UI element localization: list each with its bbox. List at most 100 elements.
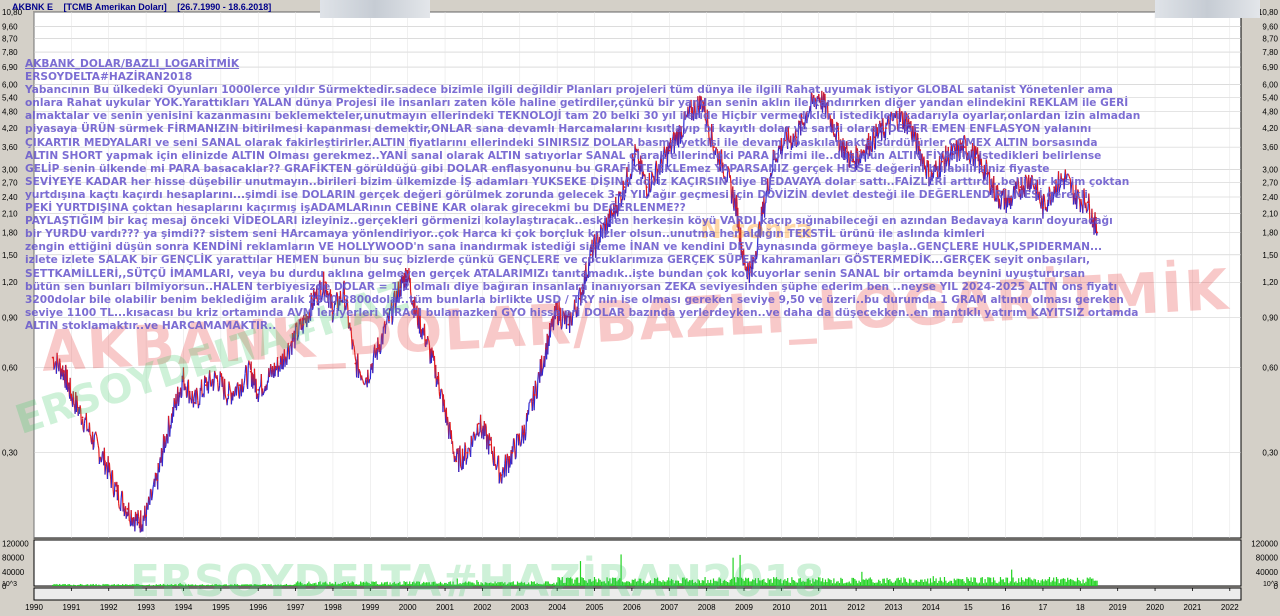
price-segment xyxy=(286,351,289,365)
price-segment xyxy=(195,387,198,391)
price-segment xyxy=(476,423,479,435)
price-segment xyxy=(458,449,460,472)
price-segment xyxy=(296,337,299,341)
price-point xyxy=(216,377,219,380)
price-segment xyxy=(108,462,111,473)
price-point xyxy=(436,377,439,380)
price-segment xyxy=(488,433,491,441)
y-tick-label: 4,20 xyxy=(1262,124,1278,133)
x-axis-strip xyxy=(33,587,1242,601)
price-segment xyxy=(495,467,498,471)
price-point xyxy=(156,479,159,482)
price-point xyxy=(488,443,491,446)
price-point xyxy=(126,508,129,510)
y-tick-label: 3,60 xyxy=(1262,143,1278,152)
price-segment xyxy=(541,368,544,376)
price-segment xyxy=(149,489,152,505)
price-segment xyxy=(493,446,496,466)
price-segment xyxy=(521,425,524,432)
y-tick-label: 2,10 xyxy=(1262,209,1278,218)
series-label: [TCMB Amerikan Doları] xyxy=(63,2,167,12)
price-segment xyxy=(96,440,99,446)
price-segment xyxy=(205,377,208,380)
price-segment xyxy=(468,448,471,453)
price-segment xyxy=(137,510,140,517)
y-tick-label: 1,20 xyxy=(1262,278,1278,287)
volume-tick-label: 120000 xyxy=(2,540,29,549)
x-tick-label: 1990 xyxy=(25,603,43,612)
price-segment xyxy=(464,442,467,448)
price-segment xyxy=(92,447,95,450)
x-tick-label: 1998 xyxy=(324,603,342,612)
price-segment xyxy=(189,390,191,400)
price-segment xyxy=(152,484,155,489)
price-segment xyxy=(212,383,215,391)
x-tick-label: 2010 xyxy=(772,603,790,612)
price-segment xyxy=(128,502,130,522)
price-segment xyxy=(225,397,227,400)
y-tick-label: 4,20 xyxy=(2,124,18,133)
price-segment xyxy=(243,373,246,382)
y-tick-label: 2,70 xyxy=(2,179,18,188)
y-tick-label: 7,80 xyxy=(2,48,18,57)
price-segment xyxy=(85,412,88,432)
price-segment xyxy=(214,370,216,373)
price-segment xyxy=(104,466,107,475)
price-segment xyxy=(228,381,231,386)
x-tick-label: 18 xyxy=(1076,603,1085,612)
price-segment xyxy=(245,366,248,386)
x-tick-label: 2003 xyxy=(511,603,529,612)
price-segment xyxy=(185,386,188,398)
x-tick-label: 2007 xyxy=(660,603,678,612)
price-segment xyxy=(364,382,366,385)
price-point xyxy=(268,375,271,377)
price-segment xyxy=(242,385,245,392)
price-segment xyxy=(235,384,238,396)
price-segment xyxy=(287,342,290,353)
price-segment xyxy=(243,380,246,386)
price-segment xyxy=(292,333,295,342)
price-segment xyxy=(90,436,92,443)
y-tick-label: 0,90 xyxy=(1262,314,1278,323)
price-segment xyxy=(514,457,517,460)
price-segment xyxy=(515,433,518,458)
price-segment xyxy=(496,455,499,465)
annotation-line: PAYLAŞTIĞIM bir kaç mesaj önceki VİDEOLA… xyxy=(25,215,1113,228)
symbol-label: AKBNK E xyxy=(12,2,54,12)
price-segment xyxy=(520,438,523,446)
y-tick-label: 6,90 xyxy=(2,63,18,72)
price-segment xyxy=(352,339,355,346)
price-segment xyxy=(486,434,489,437)
price-point xyxy=(354,362,357,365)
price-point xyxy=(115,489,118,492)
price-segment xyxy=(474,438,477,441)
price-segment xyxy=(263,391,265,393)
volume-tick-label: 40000 xyxy=(1256,568,1279,577)
price-segment xyxy=(233,388,236,397)
price-segment xyxy=(277,365,280,377)
price-segment xyxy=(96,436,99,442)
price-point xyxy=(290,340,293,343)
price-segment xyxy=(151,495,153,501)
price-point xyxy=(92,440,95,442)
price-segment xyxy=(478,432,480,437)
price-segment xyxy=(113,495,115,498)
y-tick-label: 1,50 xyxy=(1262,251,1278,260)
price-segment xyxy=(88,422,91,435)
x-tick-label: 1995 xyxy=(212,603,230,612)
price-segment xyxy=(238,384,241,399)
price-segment xyxy=(535,385,538,399)
annotation-line: izlete izlete SALAK bir GENÇLİK yarattıl… xyxy=(25,254,1091,267)
price-segment xyxy=(222,376,224,390)
price-point xyxy=(425,339,428,341)
price-segment xyxy=(354,358,357,362)
price-segment xyxy=(465,458,468,465)
price-segment xyxy=(98,456,101,465)
y-tick-label: 7,80 xyxy=(1262,48,1278,57)
price-point xyxy=(522,432,525,435)
price-segment xyxy=(471,436,474,447)
price-segment xyxy=(214,372,217,379)
price-segment xyxy=(76,395,79,409)
price-segment xyxy=(496,464,498,469)
price-segment xyxy=(459,445,462,467)
